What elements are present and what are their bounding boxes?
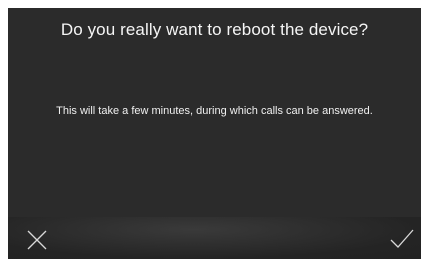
checkmark-icon	[390, 229, 414, 248]
dialog-message: This will take a few minutes, during whi…	[56, 105, 373, 117]
close-icon	[27, 230, 47, 250]
action-bar	[8, 217, 421, 259]
reboot-confirmation-dialog: Do you really want to reboot the device?…	[8, 8, 421, 259]
dialog-title: Do you really want to reboot the device?	[60, 20, 369, 39]
confirm-button[interactable]	[389, 228, 415, 250]
cancel-button[interactable]	[26, 229, 48, 251]
